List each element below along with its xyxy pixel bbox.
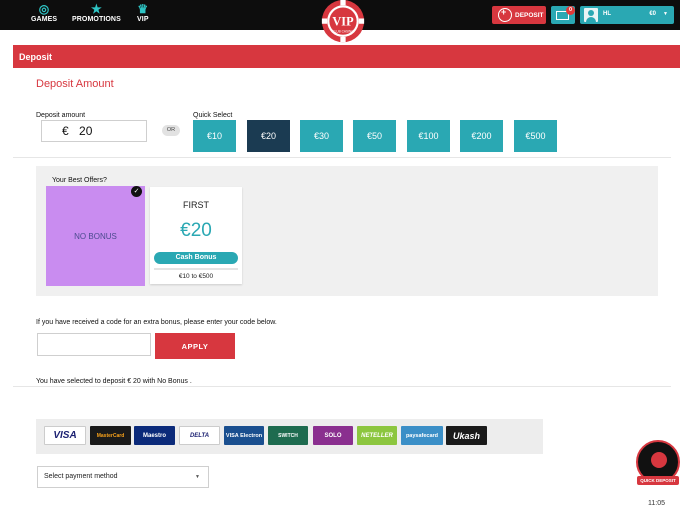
chevron-down-icon: ▼	[195, 474, 200, 480]
payment-visa-electron[interactable]: VISA Electron	[224, 426, 264, 445]
chevron-down-icon: ▼	[663, 11, 668, 17]
payment-mastercard[interactable]: MasterCard	[90, 426, 131, 445]
no-bonus-label: NO BONUS	[74, 231, 117, 241]
bonus-range: €10 to €500	[178, 273, 214, 280]
coin-add-icon	[498, 7, 512, 22]
payment-delta[interactable]: DELTA	[179, 426, 220, 445]
nav-games[interactable]: ◎ GAMES	[31, 2, 58, 24]
deposit-amount-value: 20	[79, 124, 93, 138]
deposit-amount-input[interactable]: € 20	[41, 120, 147, 142]
quick-select-50[interactable]: €50	[353, 120, 396, 152]
currency-symbol: €	[62, 124, 69, 138]
selected-check-icon: ✓	[131, 186, 142, 197]
logo-text: VIP	[332, 15, 354, 29]
bonus-card-first[interactable]: FIRST €20 Cash Bonus €10 to €500	[150, 187, 242, 284]
bonus-name: FIRST	[183, 200, 209, 210]
payment-visa[interactable]: VISA	[44, 426, 86, 445]
username: HL	[603, 11, 611, 17]
nav-vip[interactable]: ♛ VIP	[137, 2, 149, 24]
quick-deposit-button[interactable]: QUICK DEPOSIT	[636, 440, 680, 488]
quick-select-10[interactable]: €10	[193, 120, 236, 152]
star-icon: ★	[90, 2, 102, 16]
nav-vip-label: VIP	[137, 16, 149, 23]
payment-method-select[interactable]: Select payment method ▼	[37, 466, 209, 488]
vip-club-casino-logo[interactable]: VIP CLUB CASINO	[318, 0, 368, 44]
user-icon	[584, 8, 598, 22]
nav-promotions-label: PROMOTIONS	[72, 16, 121, 23]
logo-subtext: CLUB CASINO	[332, 30, 354, 34]
or-separator: OR	[162, 125, 180, 136]
section-title: Deposit Amount	[36, 78, 114, 90]
clock: 11:05	[648, 500, 665, 507]
quick-deposit-label: QUICK DEPOSIT	[637, 476, 679, 485]
bonus-divider	[154, 268, 238, 270]
bonus-code-prompt: If you have received a code for an extra…	[36, 319, 277, 326]
offers-title: Your Best Offers?	[52, 177, 107, 184]
payment-ukash[interactable]: Ukash	[446, 426, 487, 445]
messages-count-badge: 0	[566, 6, 575, 15]
header-deposit-label: DEPOSIT	[515, 11, 544, 19]
quick-select-200[interactable]: €200	[460, 120, 503, 152]
payment-neteller[interactable]: NETELLER	[357, 426, 397, 445]
payment-maestro[interactable]: Maestro	[134, 426, 175, 445]
divider	[13, 386, 671, 387]
bonus-type-badge: Cash Bonus	[154, 252, 238, 264]
payment-solo[interactable]: SOLO	[313, 426, 353, 445]
deposit-summary: You have selected to deposit € 20 with N…	[36, 378, 192, 385]
quick-select-100[interactable]: €100	[407, 120, 450, 152]
nav-games-label: GAMES	[31, 16, 58, 23]
balance: €0	[649, 11, 656, 17]
bonus-amount: €20	[180, 220, 212, 241]
deposit-amount-label: Deposit amount	[36, 112, 86, 119]
quick-select-label: Quick Select	[193, 112, 233, 119]
messages-button[interactable]: 0	[551, 6, 575, 24]
bonus-code-input[interactable]	[37, 333, 151, 356]
quick-select-500[interactable]: €500	[514, 120, 557, 152]
coin-stack-icon	[651, 452, 667, 468]
quick-select-30[interactable]: €30	[300, 120, 343, 152]
no-bonus-option[interactable]: NO BONUS	[46, 186, 145, 286]
apply-button[interactable]: APPLY	[155, 333, 235, 359]
payment-paysafecard[interactable]: paysafecard	[401, 426, 443, 445]
quick-select-20[interactable]: €20	[247, 120, 290, 152]
header-deposit-button[interactable]: DEPOSIT	[492, 6, 546, 24]
crown-icon: ♛	[137, 2, 149, 16]
divider	[13, 157, 671, 158]
nav-promotions[interactable]: ★ PROMOTIONS	[72, 2, 121, 24]
deposit-header-bar: Deposit	[13, 45, 680, 68]
payment-switch[interactable]: SWITCH	[268, 426, 308, 445]
chip-icon: ◎	[38, 2, 50, 16]
payment-method-select-value: Select payment method	[44, 473, 118, 480]
user-account-button[interactable]: HL €0 ▼	[580, 6, 674, 24]
